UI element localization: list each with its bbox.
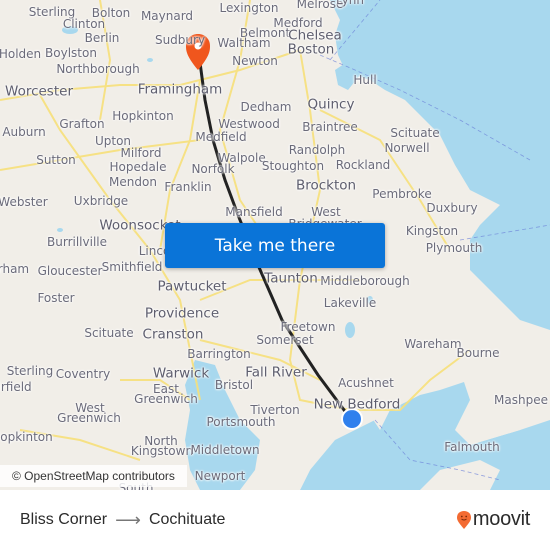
place-label: Bristol	[214, 378, 254, 392]
origin-name: Bliss Corner	[20, 511, 108, 528]
place-label: Worcester	[5, 83, 73, 100]
place-label: Kingstown	[130, 444, 194, 458]
take-me-there-button[interactable]: Take me there	[165, 223, 385, 268]
place-label: Uxbridge	[73, 194, 129, 208]
place-label: New Bedford	[313, 396, 401, 413]
place-label: Brockton	[295, 177, 357, 194]
place-label: Sutton	[36, 153, 76, 167]
place-label: Middleborough	[320, 274, 410, 288]
place-label: Bourne	[456, 346, 500, 360]
place-label: Hopkinton	[112, 109, 174, 123]
place-label: Webster	[0, 195, 48, 209]
place-label: Newton	[232, 54, 278, 68]
place-label: Auburn	[2, 125, 46, 139]
place-label: Cranston	[142, 326, 204, 343]
route-summary: Bliss Corner ⟶ Cochituate	[20, 510, 225, 530]
place-label: Mashpee	[494, 393, 548, 407]
place-label: Gloucester	[37, 264, 103, 278]
place-label: Boston	[287, 41, 335, 58]
place-label: Fall River	[245, 364, 307, 381]
attribution-text: © OpenStreetMap contributors	[12, 469, 175, 483]
place-label: Framingham	[137, 81, 223, 98]
place-label: Portsmouth	[206, 415, 276, 429]
place-label: Lexington	[219, 1, 279, 15]
place-label: Lynn	[336, 0, 364, 7]
map[interactable]: Sterling Bolton Maynard Lexington Melrose Lyn…	[0, 0, 550, 490]
brand-name: moovit	[472, 508, 530, 530]
place-label: Westwood	[218, 117, 280, 131]
place-label: Coventry	[55, 367, 111, 381]
place-label: Fairfield	[0, 380, 32, 394]
place-label: Berlin	[84, 31, 120, 45]
place-label: Acushnet	[338, 376, 394, 390]
place-label: Lakeville	[323, 296, 377, 310]
place-label: Medfield	[195, 130, 247, 144]
place-label: Dedham	[240, 100, 292, 114]
place-label: Maynard	[140, 9, 194, 23]
place-label: Somerset	[256, 333, 314, 347]
place-label: Hull	[353, 73, 377, 87]
place-label: Hopkinton	[0, 430, 53, 444]
place-label: Warwick	[152, 365, 210, 382]
place-label: Quincy	[307, 96, 355, 113]
place-label: Waltham	[217, 36, 271, 50]
place-label: Foster	[37, 291, 75, 305]
place-label: Northborough	[56, 62, 140, 76]
place-label: Pawtucket	[157, 278, 227, 295]
place-label: Scituate	[84, 326, 134, 340]
place-label: Middletown	[190, 443, 260, 457]
place-label: Scituate	[390, 126, 440, 140]
moovit-logo[interactable]: moovit	[456, 508, 530, 531]
place-label: Duxbury	[426, 201, 478, 215]
place-label: Mansfield	[225, 205, 283, 219]
place-label: Newport	[194, 469, 246, 483]
place-label: Durham	[0, 262, 30, 276]
moovit-pin-icon	[456, 510, 471, 529]
place-label: Randolph	[288, 143, 346, 157]
place-label: Barrington	[187, 347, 251, 361]
place-label: Mendon	[109, 175, 157, 189]
place-label: Taunton	[264, 270, 318, 287]
place-label: Grafton	[59, 117, 105, 131]
place-label: Sudbury	[154, 33, 206, 47]
place-label: Rockland	[335, 158, 391, 172]
place-label: Falmouth	[444, 440, 500, 454]
place-label: Pembroke	[372, 187, 432, 201]
place-label: Norwell	[384, 141, 430, 155]
arrow-right-icon: ⟶	[115, 509, 141, 530]
place-label: Norfolk	[191, 162, 235, 176]
place-label: Franklin	[164, 180, 212, 194]
place-label: Providence	[144, 305, 220, 322]
place-label: Greenwich	[134, 392, 198, 406]
place-label: Freetown	[280, 320, 336, 334]
place-label: Milford	[120, 146, 162, 160]
place-label: Braintree	[302, 120, 358, 134]
place-label: Holden	[0, 47, 42, 61]
destination-name: Cochituate	[148, 511, 226, 528]
place-label: Greenwich	[57, 411, 121, 425]
place-label: Clinton	[62, 17, 106, 31]
place-label: Sterling	[6, 364, 54, 378]
map-attribution[interactable]: © OpenStreetMap contributors	[0, 465, 187, 487]
place-label: Smithfield	[101, 260, 163, 274]
place-label: Boylston	[45, 46, 97, 60]
place-label: Wareham	[404, 337, 462, 351]
footer: Bliss Corner ⟶ Cochituate moovit	[0, 490, 550, 550]
place-label: Kingston	[405, 224, 459, 238]
place-label: Plymouth	[425, 241, 483, 255]
place-label: Stoughton	[261, 159, 325, 173]
place-label: Hopedale	[109, 160, 167, 174]
place-label: Burrillville	[47, 235, 107, 249]
